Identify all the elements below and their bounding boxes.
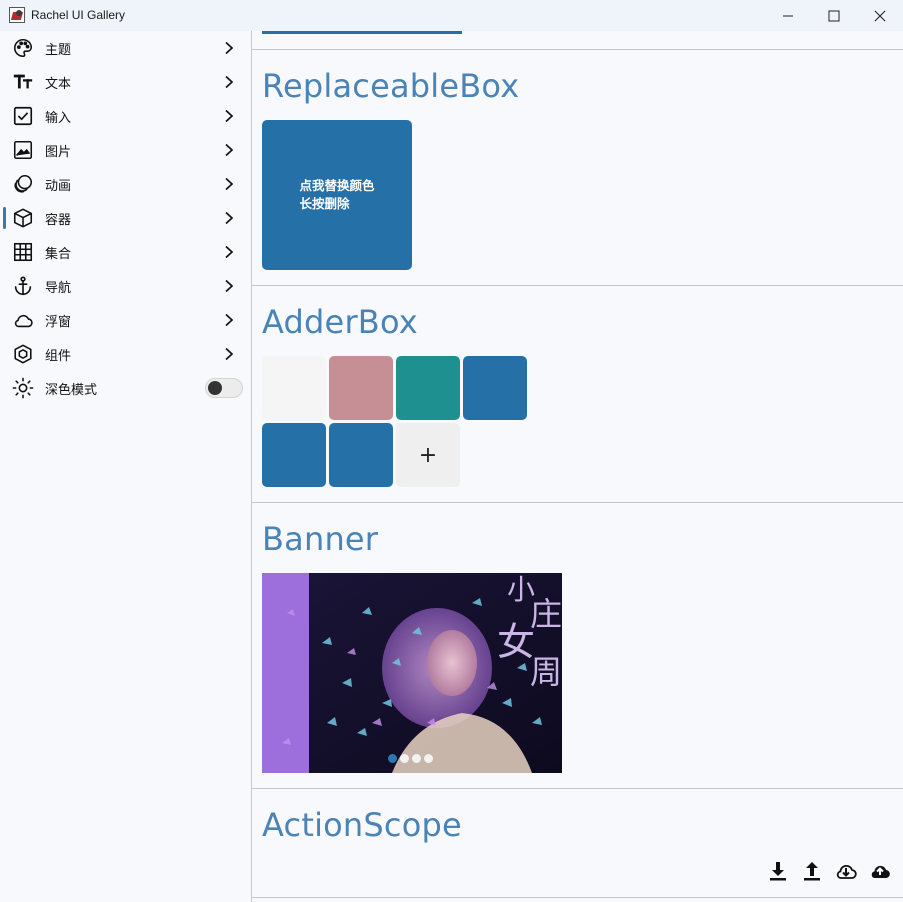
sidebar-item-label: 输入	[45, 110, 72, 126]
download-icon[interactable]	[766, 859, 790, 883]
box-icon	[12, 207, 34, 229]
replaceable-box-line1: 点我替换颜色	[299, 178, 375, 193]
text-icon	[12, 71, 34, 93]
main-content: ReplaceableBox 点我替换颜色 长按删除 AdderBox + Ba…	[252, 31, 903, 902]
section-title-replaceablebox: ReplaceableBox	[262, 67, 520, 105]
chevron-right-icon	[225, 75, 234, 89]
grid-icon	[12, 241, 34, 263]
sidebar-item-navigation[interactable]: 导航	[0, 269, 251, 303]
banner-overlay-char: 庄	[530, 595, 562, 633]
sidebar-item-label: 动画	[45, 178, 72, 194]
section-title-actionscope: ActionScope	[262, 806, 462, 844]
sidebar-item-popup[interactable]: 浮窗	[0, 303, 251, 337]
chevron-right-icon	[225, 211, 234, 225]
banner-dot[interactable]	[388, 754, 397, 763]
banner-page-indicator	[388, 754, 433, 763]
checkbox-icon	[12, 105, 34, 127]
replaceable-box[interactable]: 点我替换颜色 长按删除	[262, 120, 412, 270]
adder-color-cell[interactable]	[329, 356, 393, 420]
chevron-right-icon	[225, 143, 234, 157]
animation-icon	[12, 173, 34, 195]
palette-icon	[12, 37, 34, 59]
close-button[interactable]	[857, 0, 903, 31]
banner-image: 小 女 庄 周	[262, 573, 562, 773]
maximize-icon	[828, 10, 840, 21]
sidebar-item-label: 图片	[45, 144, 72, 160]
chevron-right-icon	[225, 41, 234, 55]
chevron-right-icon	[225, 245, 234, 259]
maximize-button[interactable]	[811, 0, 857, 31]
close-icon	[874, 10, 886, 21]
section-divider	[252, 285, 903, 286]
sidebar-item-image[interactable]: 图片	[0, 133, 251, 167]
anchor-icon	[12, 275, 34, 297]
banner-overlay-char: 周	[530, 653, 562, 691]
adder-color-cell[interactable]	[262, 423, 326, 487]
sidebar-item-animation[interactable]: 动画	[0, 167, 251, 201]
chevron-right-icon	[225, 279, 234, 293]
adder-color-cell[interactable]	[329, 423, 393, 487]
scroll-section-accent	[262, 31, 462, 34]
sidebar-item-dark-mode: 深色模式	[0, 371, 251, 405]
banner-dot[interactable]	[424, 754, 433, 763]
replaceable-box-text: 点我替换颜色 长按删除	[299, 177, 374, 213]
sidebar-item-text[interactable]: 文本	[0, 65, 251, 99]
add-item-button[interactable]: +	[396, 423, 460, 487]
active-indicator	[3, 207, 6, 229]
toggle-knob	[208, 381, 222, 395]
sidebar-item-label: 导航	[45, 280, 72, 296]
chevron-right-icon	[225, 313, 234, 327]
window-title: Rachel UI Gallery	[31, 8, 126, 22]
sidebar-item-label: 容器	[45, 212, 72, 228]
sidebar: 主题 文本 输入 图片 动画 容器 集合 导航 浮窗 组件 深色模式	[0, 31, 252, 902]
sidebar-item-theme[interactable]: 主题	[0, 31, 251, 65]
minimize-icon	[783, 15, 793, 16]
sun-icon	[12, 377, 34, 399]
banner-carousel[interactable]: 小 女 庄 周	[262, 573, 562, 773]
cloud-icon	[12, 309, 34, 331]
sidebar-item-component[interactable]: 组件	[0, 337, 251, 371]
section-title-banner: Banner	[262, 520, 379, 558]
chevron-right-icon	[225, 177, 234, 191]
adder-color-cell[interactable]	[396, 356, 460, 420]
app-icon	[9, 7, 25, 23]
minimize-button[interactable]	[765, 0, 811, 31]
replaceable-box-line2: 长按删除	[299, 196, 350, 211]
upload-icon[interactable]	[800, 859, 824, 883]
section-divider	[252, 49, 903, 50]
component-icon	[12, 343, 34, 365]
cloud-download-icon[interactable]	[834, 859, 858, 883]
adder-color-cell[interactable]	[463, 356, 527, 420]
banner-dot[interactable]	[400, 754, 409, 763]
dark-mode-label: 深色模式	[45, 382, 98, 398]
title-bar: Rachel UI Gallery	[0, 0, 903, 31]
chevron-right-icon	[225, 109, 234, 123]
chevron-right-icon	[225, 347, 234, 361]
adder-color-cell[interactable]	[262, 356, 326, 420]
banner-dot[interactable]	[412, 754, 421, 763]
section-divider	[252, 897, 903, 898]
section-divider	[252, 788, 903, 789]
section-divider	[252, 502, 903, 503]
image-icon	[12, 139, 34, 161]
cloud-upload-icon[interactable]	[868, 859, 892, 883]
sidebar-item-collection[interactable]: 集合	[0, 235, 251, 269]
sidebar-item-label: 主题	[45, 42, 72, 58]
dark-mode-toggle[interactable]	[205, 378, 243, 398]
sidebar-item-label: 浮窗	[45, 314, 72, 330]
sidebar-item-input[interactable]: 输入	[0, 99, 251, 133]
sidebar-item-container[interactable]: 容器	[0, 201, 251, 235]
sidebar-item-label: 组件	[45, 348, 72, 364]
section-title-adderbox: AdderBox	[262, 303, 418, 341]
sidebar-item-label: 集合	[45, 246, 72, 262]
sidebar-item-label: 文本	[45, 76, 72, 92]
